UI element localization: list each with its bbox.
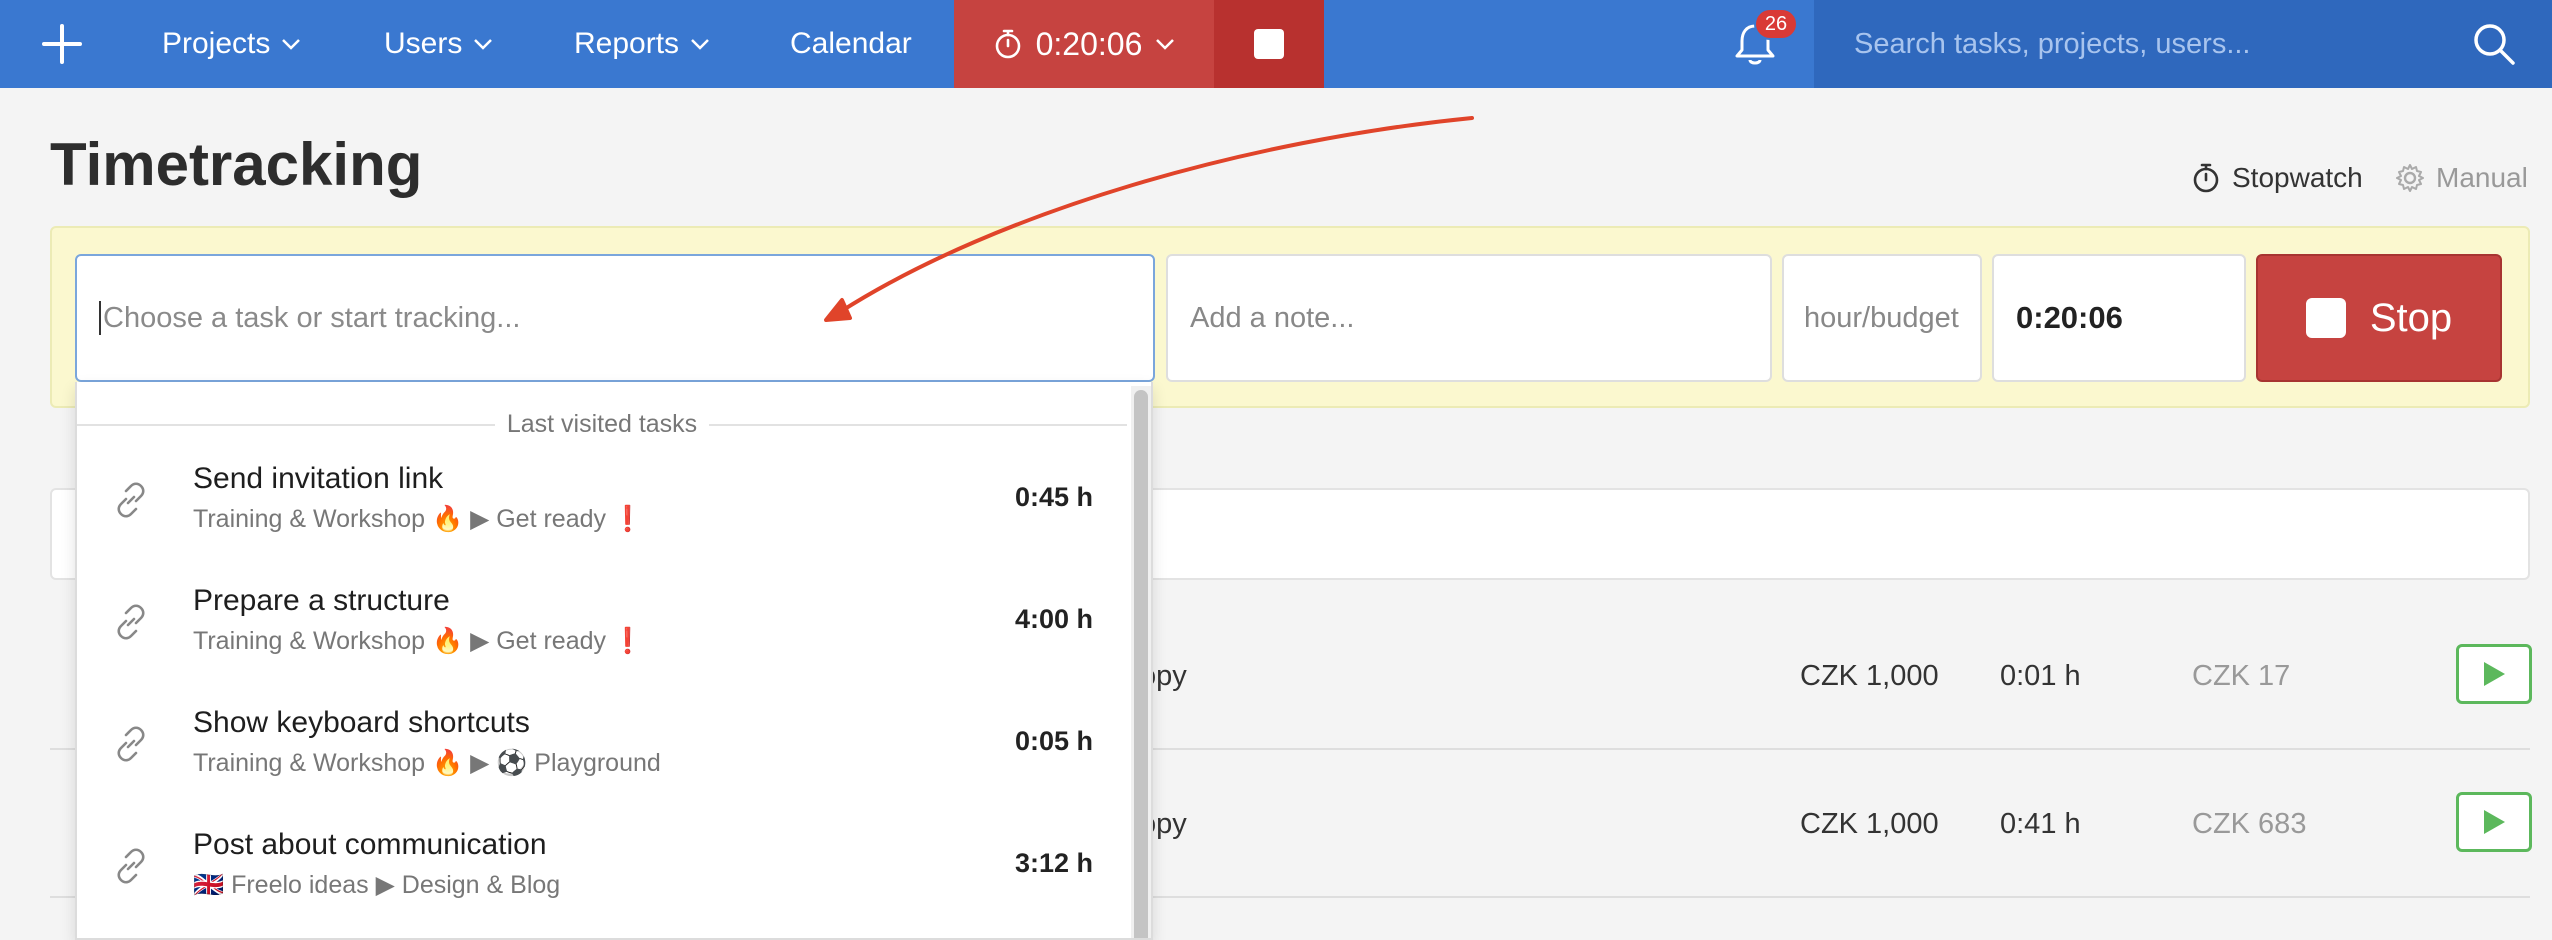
text-caret (99, 301, 101, 335)
timer-dropdown[interactable]: 0:20:06 (954, 0, 1214, 88)
nav-users-label: Users (384, 27, 463, 60)
nav-calendar[interactable]: Calendar (790, 0, 912, 88)
row-rate: CZK 1,000 (1800, 660, 1939, 692)
time-input-value: 0:20:06 (2016, 300, 2123, 335)
notification-count-badge: 26 (1754, 8, 1798, 40)
row-rate: CZK 1,000 (1800, 808, 1939, 840)
task-path-text: Training & Workshop 🔥 ▶ Get ready (193, 627, 607, 655)
urgent-icon: ❗ (612, 505, 644, 533)
stop-button[interactable]: Stop (2256, 254, 2502, 382)
task-input-placeholder: Choose a task or start tracking... (103, 301, 521, 334)
nav-projects-label: Projects (162, 27, 271, 60)
start-tracking-button[interactable] (2456, 644, 2532, 704)
stopwatch-icon (2193, 163, 2219, 193)
list-item[interactable]: Show keyboard shortcuts Training & Works… (77, 688, 1127, 810)
dropdown-scrollbar[interactable] (1131, 386, 1151, 938)
play-icon (2484, 810, 2505, 834)
task-path: 🇬🇧 Freelo ideas ▶ Design & Blog (193, 870, 560, 900)
link-icon (117, 604, 145, 640)
task-path: Training & Workshop 🔥 ▶ ⚽ Playground (193, 748, 661, 778)
link-icon (117, 726, 145, 762)
task-hours: 3:12 h (1014, 848, 1093, 878)
task-path-text: 🇬🇧 Freelo ideas ▶ Design & Blog (193, 871, 561, 899)
row-cost: CZK 17 (2192, 660, 2291, 692)
task-path-text: Training & Workshop 🔥 ▶ Get ready (193, 505, 607, 533)
urgent-icon: ❗ (612, 627, 644, 655)
timer-value: 0:20:06 (1035, 25, 1143, 62)
list-item[interactable]: Prepare a structure Training & Workshop … (77, 566, 1127, 688)
chevron-down-icon (282, 39, 301, 50)
stop-button-label: Stop (2369, 295, 2453, 340)
dropdown-header-label: Last visited tasks (494, 409, 710, 439)
task-path-text: Training & Workshop 🔥 ▶ ⚽ Playground (193, 749, 661, 777)
task-input[interactable]: Choose a task or start tracking... (75, 254, 1155, 382)
nav-reports-label: Reports (574, 27, 680, 60)
dropdown-section-header: Last visited tasks (77, 406, 1127, 442)
task-hours: 0:05 h (1014, 726, 1093, 756)
search-icon[interactable] (2470, 20, 2518, 68)
start-tracking-button[interactable] (2456, 792, 2532, 852)
plus-icon[interactable] (38, 20, 86, 68)
page-title: Timetracking (50, 131, 423, 198)
top-navigation-bar: Projects Users Reports Calendar 0:20:06 … (0, 0, 2552, 88)
link-icon (117, 482, 145, 518)
mode-manual-label: Manual (2436, 162, 2528, 193)
scrollbar-thumb[interactable] (1134, 390, 1148, 938)
list-item[interactable]: Post about communication 🇬🇧 Freelo ideas… (77, 810, 1127, 932)
chevron-down-icon (1156, 39, 1175, 50)
budget-input-placeholder: hour/budget (1804, 301, 1959, 334)
row-time: 0:41 h (2000, 808, 2081, 840)
running-timer: 0:20:06 (954, 0, 1324, 88)
note-input[interactable]: Add a note... (1166, 254, 1772, 382)
play-icon (2484, 662, 2505, 686)
mode-manual[interactable]: Manual (2394, 162, 2528, 194)
search-input[interactable] (1854, 22, 2454, 66)
nav-calendar-label: Calendar (790, 27, 912, 60)
task-name: Prepare a structure (193, 584, 450, 617)
mode-stopwatch[interactable]: Stopwatch (2190, 162, 2363, 194)
stop-square-icon (2305, 298, 2346, 338)
task-path: Training & Workshop 🔥 ▶ Get ready ❗ (193, 504, 643, 534)
list-item[interactable]: Send invitation link Training & Workshop… (77, 444, 1127, 566)
nav-projects[interactable]: Projects (162, 0, 302, 88)
row-cost: CZK 683 (2192, 808, 2307, 840)
gear-icon (2396, 164, 2424, 192)
chevron-down-icon (691, 39, 709, 50)
budget-input[interactable]: hour/budget (1782, 254, 1982, 382)
chevron-down-icon (474, 39, 493, 50)
task-suggestions-dropdown: Last visited tasks Send invitation link … (75, 382, 1153, 940)
nav-users[interactable]: Users (384, 0, 494, 88)
stopwatch-icon (995, 29, 1020, 59)
nav-reports[interactable]: Reports (574, 0, 711, 88)
stop-square-icon (1254, 29, 1284, 59)
note-input-placeholder: Add a note... (1190, 301, 1355, 334)
task-path: Training & Workshop 🔥 ▶ Get ready ❗ (193, 626, 643, 656)
mode-stopwatch-label: Stopwatch (2232, 162, 2363, 193)
search-bar (1814, 0, 2552, 88)
time-input[interactable]: 0:20:06 (1992, 254, 2246, 382)
task-name: Post about communication (193, 828, 547, 861)
task-name: Send invitation link (193, 462, 444, 495)
link-icon (117, 848, 145, 884)
timer-stop-button[interactable] (1214, 0, 1324, 88)
task-hours: 0:45 h (1014, 482, 1093, 512)
row-time: 0:01 h (2000, 660, 2081, 692)
task-name: Show keyboard shortcuts (193, 706, 530, 739)
task-hours: 4:00 h (1014, 604, 1093, 634)
